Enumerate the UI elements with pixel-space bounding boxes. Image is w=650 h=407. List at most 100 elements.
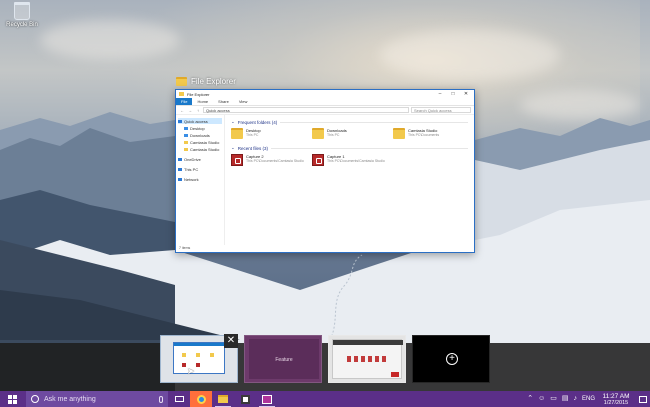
- battery-icon[interactable]: ▭: [550, 395, 557, 403]
- frequent-folders-header[interactable]: ⌄ Frequent folders (4): [231, 119, 468, 125]
- nav-item[interactable]: This PC: [178, 166, 222, 172]
- video-file-icon: [231, 154, 243, 166]
- recent-files-label: Recent files (3): [237, 145, 269, 151]
- taskbar-store-button[interactable]: [234, 391, 256, 407]
- address-bar[interactable]: Quick access: [203, 107, 409, 113]
- recent-files-grid: Capture 2 This PC\Documents\Camtasia Stud…: [231, 154, 468, 166]
- maximize-button[interactable]: □: [448, 91, 458, 97]
- start-button[interactable]: [0, 391, 24, 407]
- cloud-icon: [178, 157, 182, 161]
- file-explorer-preview[interactable]: File Explorer – □ ✕ File Home Share View…: [175, 89, 475, 253]
- edge-icon: [196, 394, 206, 404]
- frequent-folders-label: Frequent folders (4): [237, 119, 278, 125]
- record-icon: [391, 372, 399, 377]
- close-button[interactable]: ✕: [461, 91, 471, 97]
- clock-time: 11:27 AM: [602, 392, 630, 400]
- nav-item-label: Camtasia Studio: [190, 139, 220, 145]
- language-indicator[interactable]: ENG: [582, 396, 595, 402]
- window-title: File Explorer: [187, 91, 210, 97]
- folder-icon: [184, 140, 188, 144]
- clock[interactable]: 11:27 AM 1/27/2015: [600, 393, 632, 406]
- nav-item[interactable]: OneDrive: [178, 156, 222, 162]
- star-icon: [178, 119, 182, 123]
- nav-item[interactable]: Quick access: [178, 118, 222, 124]
- nav-item-label: Desktop: [190, 125, 205, 131]
- forward-arrow-icon[interactable]: →: [187, 108, 193, 113]
- thumbnail-feature[interactable]: Feature: [244, 335, 322, 383]
- system-tray: ⌃ ☺ ▭ ▤ ♪ ENG 11:27 AM 1/27/2015: [527, 393, 650, 406]
- nav-item[interactable]: Downloads: [178, 132, 222, 138]
- windows-logo-icon: [7, 394, 17, 404]
- cortana-search-box[interactable]: Ask me anything: [26, 391, 168, 407]
- status-bar-count: 7 items: [179, 246, 191, 250]
- close-thumbnail-button[interactable]: ✕: [224, 334, 238, 348]
- volume-icon[interactable]: ♪: [573, 395, 577, 403]
- search-input[interactable]: Search Quick access: [411, 107, 471, 113]
- up-arrow-icon[interactable]: ↑: [195, 108, 201, 113]
- tab-file[interactable]: File: [176, 98, 193, 105]
- people-icon[interactable]: ☺: [538, 395, 545, 403]
- thumbnail-window: [173, 342, 225, 374]
- navigation-pane: Quick access Desktop Downloads Camtasia Stu…: [176, 115, 225, 245]
- ribbon-tabs: File Home Share View: [176, 98, 474, 106]
- recycle-bin-label: Recycle Bin: [6, 22, 38, 28]
- folder-icon: [312, 128, 324, 139]
- task-view-title-text: File Explorer: [191, 76, 236, 86]
- nav-item-label: This PC: [184, 166, 199, 172]
- file-tile[interactable]: Capture 1 This PC\Documents\Camtasia Stud…: [312, 154, 387, 166]
- tab-home[interactable]: Home: [192, 98, 213, 105]
- recent-files-header[interactable]: ⌄ Recent files (3): [231, 145, 468, 151]
- app-icon: [262, 394, 272, 404]
- nav-item[interactable]: Desktop: [178, 125, 222, 131]
- tile-location: This PC\Documents: [408, 133, 440, 137]
- folder-tile[interactable]: Desktop This PC: [231, 128, 306, 139]
- nav-item-label: Downloads: [190, 132, 210, 138]
- cursor-icon: ➤: [187, 366, 195, 376]
- chevron-down-icon: ⌄: [231, 119, 235, 124]
- network-icon[interactable]: ▤: [562, 395, 569, 403]
- minimize-button[interactable]: –: [435, 91, 445, 97]
- notification-icon[interactable]: [639, 395, 647, 403]
- back-arrow-icon[interactable]: ←: [179, 108, 185, 113]
- address-bar-row: ← → ↑ Quick access Search Quick access: [176, 106, 474, 115]
- task-view-window-title[interactable]: File Explorer: [176, 75, 236, 87]
- folder-icon: [176, 76, 187, 86]
- frequent-folders-grid: Desktop This PC Downloads This PC Camtasia S…: [231, 128, 468, 139]
- tile-location: This PC\Documents\Camtasia Studio: [246, 159, 304, 163]
- pc-icon: [178, 167, 182, 171]
- thumbnail-camtasia-studio[interactable]: [328, 335, 406, 383]
- tab-view[interactable]: View: [234, 98, 253, 105]
- task-view-button[interactable]: [168, 391, 190, 407]
- taskbar-app-button[interactable]: [256, 391, 278, 407]
- chevron-down-icon: ⌄: [231, 145, 235, 150]
- tab-share[interactable]: Share: [213, 98, 234, 105]
- folder-icon: [179, 92, 184, 96]
- microphone-icon[interactable]: [159, 395, 163, 403]
- folder-icon: [231, 128, 243, 139]
- nav-item[interactable]: Network: [178, 176, 222, 182]
- recycle-bin-shortcut[interactable]: Recycle Bin: [4, 2, 40, 28]
- nav-item-label: Network: [184, 176, 199, 182]
- taskbar-edge-button[interactable]: [190, 391, 212, 407]
- content-pane: ⌄ Frequent folders (4) Desktop This PC Dow…: [225, 115, 474, 245]
- tile-location: This PC\Documents\Camtasia Studio: [327, 159, 385, 163]
- folder-tile[interactable]: Downloads This PC: [312, 128, 387, 139]
- folder-icon: [184, 147, 188, 151]
- new-desktop-button[interactable]: +: [412, 335, 490, 383]
- taskbar-file-explorer-button[interactable]: [212, 391, 234, 407]
- nav-item[interactable]: Camtasia Studio: [178, 139, 222, 145]
- search-placeholder: Ask me anything: [44, 395, 96, 403]
- folder-icon: [393, 128, 405, 139]
- folder-tile[interactable]: Camtasia Studio This PC\Documents: [393, 128, 468, 139]
- cortana-icon: [31, 395, 39, 403]
- recycle-bin-icon: [14, 2, 30, 20]
- tile-location: This PC: [246, 133, 259, 137]
- thumbnail-label: Feature: [275, 357, 293, 363]
- task-view-strip: [0, 343, 650, 391]
- taskbar: Ask me anything ⌃ ☺ ▭ ▤ ♪ ENG 11:27 AM 1…: [0, 391, 650, 407]
- download-icon: [184, 133, 188, 137]
- video-file-icon: [312, 154, 324, 166]
- chevron-up-icon[interactable]: ⌃: [527, 395, 533, 403]
- nav-item[interactable]: Camtasia Studio: [178, 146, 222, 152]
- file-tile[interactable]: Capture 2 This PC\Documents\Camtasia Stud…: [231, 154, 306, 166]
